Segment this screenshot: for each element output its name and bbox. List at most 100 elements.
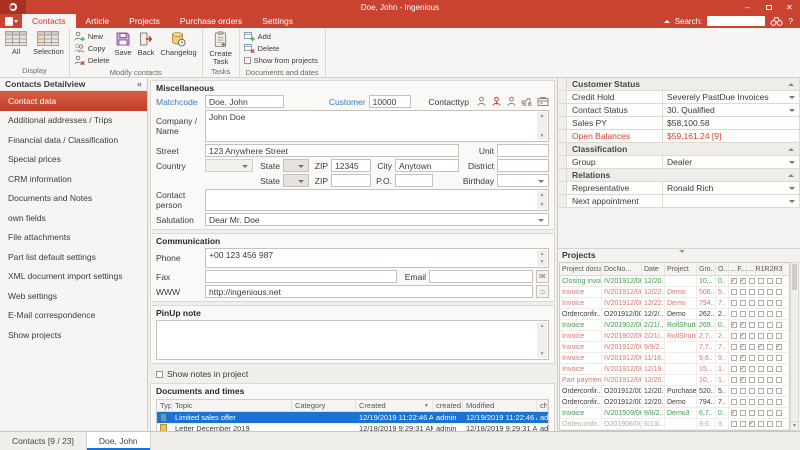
checkbox-unchecked-icon[interactable] [731, 399, 737, 405]
checkbox-unchecked-icon[interactable] [776, 333, 782, 339]
scroll-up-icon[interactable]: ▲ [540, 192, 545, 198]
contacttyp-vehicle-icon[interactable] [521, 96, 533, 107]
ribbon-tab[interactable]: Article [76, 14, 120, 28]
property-value[interactable]: Dealer [663, 156, 799, 168]
checkbox-unchecked-icon[interactable] [749, 377, 755, 383]
checkbox-unchecked-icon[interactable] [749, 399, 755, 405]
checkbox-unchecked-icon[interactable] [740, 311, 746, 317]
scrollbar[interactable]: ▲▼ [537, 250, 547, 266]
checkbox-checked-icon[interactable] [740, 366, 746, 372]
checkbox-unchecked-icon[interactable] [731, 355, 737, 361]
checkbox-unchecked-icon[interactable] [740, 300, 746, 306]
new-contact-button[interactable]: New [74, 31, 110, 42]
column-header[interactable]: Category [292, 400, 356, 411]
collapse-section-icon[interactable] [788, 148, 794, 151]
checkbox-unchecked-icon[interactable] [776, 355, 782, 361]
collapse-ribbon-icon[interactable] [664, 20, 670, 23]
column-header[interactable]: F... [738, 263, 747, 275]
sidebar-item[interactable]: Part list default settings [0, 247, 147, 267]
checkbox-checked-icon[interactable] [731, 278, 737, 284]
unit-field[interactable] [497, 144, 549, 157]
property-value[interactable]: $59,161.24 [9] [663, 130, 799, 142]
state2-select[interactable] [283, 174, 309, 187]
project-row[interactable]: Invoice IV201912/00.. 11/18.. 9,6.. 9.. [560, 353, 789, 364]
checkbox-unchecked-icon[interactable] [767, 388, 773, 394]
column-header[interactable]: Gro... [697, 263, 716, 275]
column-header[interactable]: ... [729, 263, 738, 275]
show-notes-checkbox[interactable]: Show notes in project [149, 367, 556, 382]
property-value[interactable]: $58,100.58 [663, 117, 799, 129]
delete-contact-button[interactable]: Delete [74, 55, 110, 66]
email-field[interactable] [429, 270, 533, 283]
ribbon-tab[interactable]: Contacts [22, 14, 76, 28]
contacttyp-person-icon[interactable] [476, 96, 487, 107]
checkbox-unchecked-icon[interactable] [767, 410, 773, 416]
property-row[interactable]: Relations [558, 169, 800, 182]
checkbox-unchecked-icon[interactable] [731, 333, 737, 339]
checkbox-unchecked-icon[interactable] [731, 311, 737, 317]
project-row[interactable]: Closing invoice IV201912/00.. 12/20.. 10… [560, 276, 789, 287]
checkbox-unchecked-icon[interactable] [767, 344, 773, 350]
column-header[interactable]: Topic [172, 400, 292, 411]
dropdown-icon[interactable] [789, 161, 795, 164]
checkbox-unchecked-icon[interactable] [731, 366, 737, 372]
checkbox-unchecked-icon[interactable] [749, 344, 755, 350]
property-row[interactable]: Contact Status 30. Qualified [558, 104, 800, 117]
checkbox-unchecked-icon[interactable] [776, 410, 782, 416]
dropdown-icon[interactable] [789, 200, 795, 203]
customer-number-field[interactable]: 10000 [369, 95, 412, 108]
phone-field[interactable]: +00 123 456 987 ▲▼ [205, 248, 549, 268]
checkbox-unchecked-icon[interactable] [758, 421, 764, 427]
checkbox-unchecked-icon[interactable] [767, 289, 773, 295]
property-value[interactable]: Severely PastDue Invoices [663, 91, 799, 103]
salutation-select[interactable]: Dear Mr. Doe [205, 213, 549, 226]
birthday-select[interactable] [497, 174, 549, 187]
sidebar-item[interactable]: Contact data [0, 91, 147, 111]
sidebar-item[interactable]: own fields [0, 208, 147, 228]
close-button[interactable]: ✕ [779, 0, 800, 14]
selection-button[interactable]: Selection [30, 29, 67, 56]
checkbox-unchecked-icon[interactable] [749, 366, 755, 372]
sidebar-item[interactable]: XML document import settings [0, 267, 147, 287]
country-select[interactable] [205, 159, 253, 172]
contacttyp-cardfile-icon[interactable] [537, 96, 549, 107]
checkbox-unchecked-icon[interactable] [767, 300, 773, 306]
scroll-up-icon[interactable]: ▲ [540, 251, 545, 257]
company-name-field[interactable]: John Doe ▲▼ [205, 110, 549, 142]
checkbox-unchecked-icon[interactable] [767, 322, 773, 328]
checkbox-unchecked-icon[interactable] [740, 421, 746, 427]
column-header[interactable]: Type [157, 400, 172, 411]
project-row[interactable]: Invoice IV201902/00.. 2/21/.. RollShutte… [560, 331, 789, 342]
minimize-button[interactable]: – [737, 0, 758, 14]
fax-field[interactable] [205, 270, 397, 283]
project-row[interactable]: Orderconfir... O201912/0068 12/2/.. Demo… [560, 309, 789, 320]
checkbox-unchecked-icon[interactable] [749, 333, 755, 339]
show-from-projects-checkbox[interactable]: Show from projects [244, 55, 318, 66]
checkbox-unchecked-icon[interactable] [776, 289, 782, 295]
back-button[interactable]: Back [135, 29, 158, 57]
checkbox-unchecked-icon[interactable] [758, 366, 764, 372]
checkbox-unchecked-icon[interactable] [749, 289, 755, 295]
sidebar-item[interactable]: File attachments [0, 228, 147, 248]
checkbox-checked-icon[interactable] [731, 410, 737, 416]
checkbox-unchecked-icon[interactable] [758, 410, 764, 416]
file-menu-button[interactable] [0, 14, 22, 28]
collapse-section-icon[interactable] [788, 83, 794, 86]
column-header[interactable]: Modified [463, 400, 537, 411]
checkbox-checked-icon[interactable] [740, 377, 746, 383]
checkbox-unchecked-icon[interactable] [740, 399, 746, 405]
column-header[interactable]: R2 [765, 263, 774, 275]
checkbox-checked-icon[interactable] [740, 344, 746, 350]
save-button[interactable]: Save [112, 29, 135, 57]
state-select[interactable] [283, 159, 309, 172]
scroll-down-icon[interactable]: ▼ [540, 202, 545, 208]
column-header[interactable]: DocNo... [602, 263, 642, 275]
property-row[interactable]: Classification [558, 143, 800, 156]
send-email-button[interactable]: ✉ [536, 270, 549, 283]
column-header[interactable]: O... [716, 263, 729, 275]
property-value[interactable]: 30. Qualified [663, 104, 799, 116]
checkbox-unchecked-icon[interactable] [776, 377, 782, 383]
scrollbar[interactable]: ▲▼ [537, 112, 547, 140]
checkbox-unchecked-icon[interactable] [749, 355, 755, 361]
property-value[interactable]: Ronald Rich [663, 182, 799, 194]
